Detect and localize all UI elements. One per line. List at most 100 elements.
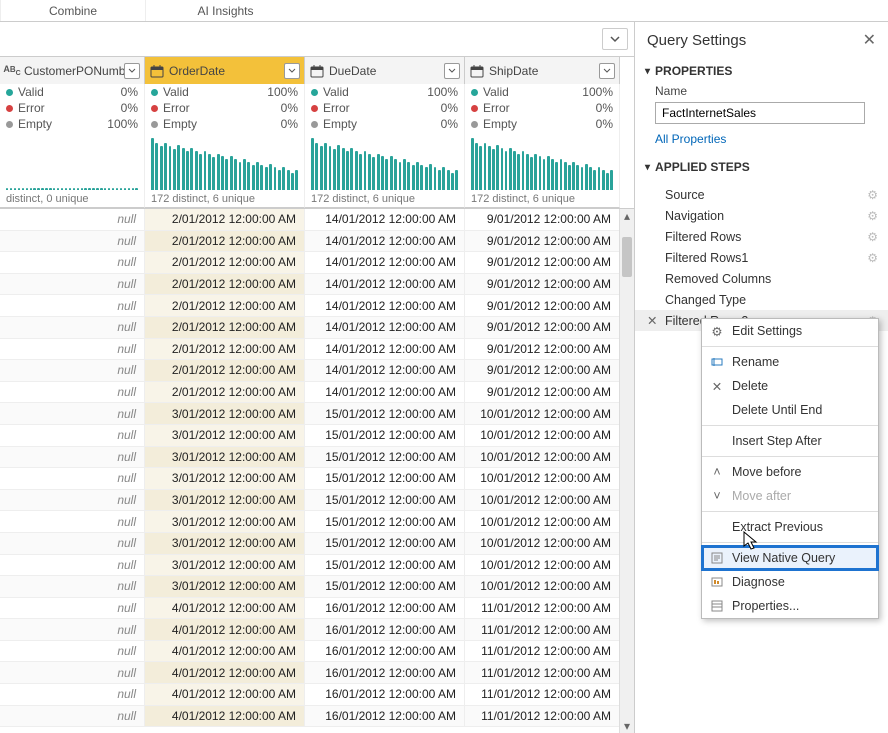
cell[interactable]: null [0,360,145,382]
cell[interactable]: 14/01/2012 12:00:00 AM [305,382,465,404]
cell[interactable]: null [0,662,145,684]
cell[interactable]: 15/01/2012 12:00:00 AM [305,533,465,555]
menu-item-insert-step-after[interactable]: Insert Step After [702,429,878,453]
cell[interactable]: 10/01/2012 12:00:00 AM [465,490,620,512]
menu-item-rename[interactable]: Rename [702,350,878,374]
cell[interactable]: 15/01/2012 12:00:00 AM [305,403,465,425]
scroll-thumb[interactable] [622,237,632,277]
applied-step[interactable]: Filtered Rows1⚙ [635,247,888,268]
cell[interactable]: 4/01/2012 12:00:00 AM [145,684,305,706]
cell[interactable]: 3/01/2012 12:00:00 AM [145,576,305,598]
cell[interactable]: 10/01/2012 12:00:00 AM [465,468,620,490]
cell[interactable]: 16/01/2012 12:00:00 AM [305,598,465,620]
cell[interactable]: 16/01/2012 12:00:00 AM [305,619,465,641]
cell[interactable]: null [0,231,145,253]
cell[interactable]: 15/01/2012 12:00:00 AM [305,425,465,447]
query-name-input[interactable] [655,102,865,124]
cell[interactable]: 2/01/2012 12:00:00 AM [145,274,305,296]
cell[interactable]: 15/01/2012 12:00:00 AM [305,468,465,490]
menu-item-edit-settings[interactable]: ⚙Edit Settings [702,319,878,343]
cell[interactable]: 10/01/2012 12:00:00 AM [465,555,620,577]
cell[interactable]: 15/01/2012 12:00:00 AM [305,447,465,469]
cell[interactable]: 9/01/2012 12:00:00 AM [465,360,620,382]
cell[interactable]: 14/01/2012 12:00:00 AM [305,295,465,317]
cell[interactable]: null [0,576,145,598]
properties-section-header[interactable]: ▾ PROPERTIES [635,58,888,84]
menu-item-view-native-query[interactable]: View Native Query [702,546,878,570]
cell[interactable]: 4/01/2012 12:00:00 AM [145,662,305,684]
cell[interactable]: 2/01/2012 12:00:00 AM [145,231,305,253]
scroll-down-arrow[interactable]: ▾ [620,719,634,733]
cell[interactable]: 15/01/2012 12:00:00 AM [305,576,465,598]
ribbon-tab-ai-insights[interactable]: AI Insights [145,0,305,21]
cell[interactable]: 4/01/2012 12:00:00 AM [145,641,305,663]
cell[interactable]: null [0,598,145,620]
cell[interactable]: 2/01/2012 12:00:00 AM [145,382,305,404]
cell[interactable]: 9/01/2012 12:00:00 AM [465,339,620,361]
cell[interactable]: 9/01/2012 12:00:00 AM [465,382,620,404]
cell[interactable]: 9/01/2012 12:00:00 AM [465,209,620,231]
cell[interactable]: 15/01/2012 12:00:00 AM [305,490,465,512]
cell[interactable]: 10/01/2012 12:00:00 AM [465,533,620,555]
cell[interactable]: 16/01/2012 12:00:00 AM [305,662,465,684]
menu-item-diagnose[interactable]: Diagnose [702,570,878,594]
cell[interactable]: 3/01/2012 12:00:00 AM [145,468,305,490]
cell[interactable]: null [0,555,145,577]
menu-item-move-before[interactable]: ˄Move before [702,460,878,484]
menu-item-properties[interactable]: Properties... [702,594,878,618]
cell[interactable]: 9/01/2012 12:00:00 AM [465,274,620,296]
cell[interactable]: 2/01/2012 12:00:00 AM [145,252,305,274]
cell[interactable]: 3/01/2012 12:00:00 AM [145,447,305,469]
gear-icon[interactable]: ⚙ [867,209,878,223]
cell[interactable]: 14/01/2012 12:00:00 AM [305,339,465,361]
cell[interactable]: 9/01/2012 12:00:00 AM [465,317,620,339]
scroll-up-arrow[interactable]: ▴ [620,209,634,223]
delete-step-icon[interactable]: ✕ [647,313,657,328]
cell[interactable]: 14/01/2012 12:00:00 AM [305,209,465,231]
cell[interactable]: 4/01/2012 12:00:00 AM [145,619,305,641]
cell[interactable]: 10/01/2012 12:00:00 AM [465,403,620,425]
applied-step[interactable]: Filtered Rows⚙ [635,226,888,247]
applied-step[interactable]: Source⚙ [635,184,888,205]
cell[interactable]: null [0,706,145,728]
applied-step[interactable]: Changed Type⚙ [635,289,888,310]
cell[interactable]: 3/01/2012 12:00:00 AM [145,533,305,555]
cell[interactable]: null [0,425,145,447]
cell[interactable]: 14/01/2012 12:00:00 AM [305,231,465,253]
close-icon[interactable]: ✕ [863,30,876,50]
cell[interactable]: 2/01/2012 12:00:00 AM [145,317,305,339]
cell[interactable]: 10/01/2012 12:00:00 AM [465,511,620,533]
column-header-shipdate[interactable]: ShipDate [465,57,620,84]
cell[interactable]: null [0,209,145,231]
applied-steps-header[interactable]: ▾ APPLIED STEPS [635,154,888,180]
cell[interactable]: null [0,641,145,663]
filter-dropdown-button[interactable] [284,63,300,79]
cell[interactable]: null [0,684,145,706]
cell[interactable]: 2/01/2012 12:00:00 AM [145,360,305,382]
all-properties-link[interactable]: All Properties [635,132,888,154]
cell[interactable]: 9/01/2012 12:00:00 AM [465,231,620,253]
cell[interactable]: null [0,533,145,555]
cell[interactable]: null [0,382,145,404]
cell[interactable]: 11/01/2012 12:00:00 AM [465,619,620,641]
cell[interactable]: 9/01/2012 12:00:00 AM [465,295,620,317]
cell[interactable]: null [0,252,145,274]
cell[interactable]: null [0,447,145,469]
cell[interactable]: 11/01/2012 12:00:00 AM [465,598,620,620]
cell[interactable]: 10/01/2012 12:00:00 AM [465,576,620,598]
cell[interactable]: null [0,295,145,317]
cell[interactable]: 14/01/2012 12:00:00 AM [305,317,465,339]
applied-step[interactable]: Removed Columns⚙ [635,268,888,289]
filter-dropdown-button[interactable] [599,63,615,79]
cell[interactable]: null [0,468,145,490]
cell[interactable]: 3/01/2012 12:00:00 AM [145,425,305,447]
cell[interactable]: null [0,511,145,533]
cell[interactable]: null [0,490,145,512]
column-header-orderdate[interactable]: OrderDate [145,57,305,84]
gear-icon[interactable]: ⚙ [867,251,878,265]
column-header-duedate[interactable]: DueDate [305,57,465,84]
cell[interactable]: null [0,339,145,361]
column-header-customerponumber[interactable]: ABCCustomerPONumber [0,57,145,84]
menu-item-extract-previous[interactable]: Extract Previous [702,515,878,539]
applied-step[interactable]: Navigation⚙ [635,205,888,226]
